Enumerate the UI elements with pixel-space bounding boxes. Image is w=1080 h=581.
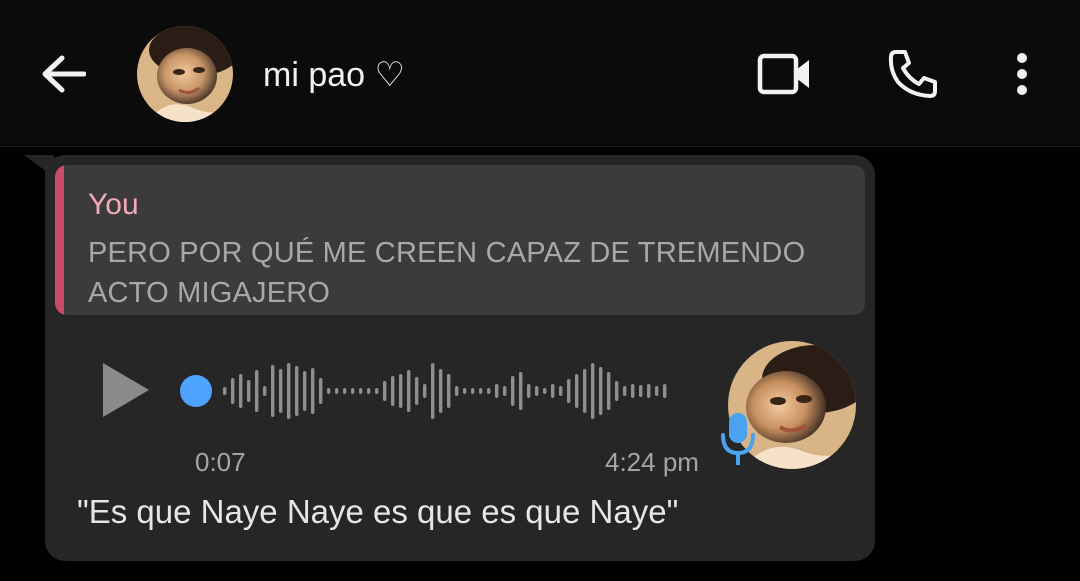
waveform-bar xyxy=(327,388,331,394)
play-icon xyxy=(103,363,149,417)
waveform-bar xyxy=(607,372,611,410)
waveform-bar xyxy=(543,388,547,394)
waveform-bar xyxy=(231,378,235,404)
waveform-bar xyxy=(455,386,459,396)
waveform-bar xyxy=(375,388,379,394)
waveform-bar xyxy=(223,387,227,395)
waveform-bar xyxy=(391,376,395,406)
waveform-bar xyxy=(639,385,643,397)
waveform-bar xyxy=(623,386,627,396)
microphone-icon xyxy=(721,413,755,465)
quoted-message[interactable]: You PERO POR QUÉ ME CREEN CAPAZ DE TREME… xyxy=(55,165,865,315)
waveform-bar xyxy=(239,374,243,408)
voice-transcript: "Es que Naye Naye es que es que Naye" xyxy=(77,493,679,530)
waveform-bar xyxy=(519,372,523,410)
more-vertical-icon xyxy=(1017,53,1027,95)
waveform-bar xyxy=(415,377,419,405)
waveform-bar xyxy=(343,388,347,394)
waveform-bar xyxy=(647,384,651,398)
avatar xyxy=(137,26,233,122)
waveform-bar xyxy=(551,384,555,398)
waveform-bar xyxy=(287,363,291,419)
waveform-bar xyxy=(407,370,411,412)
waveform-bar xyxy=(575,374,579,408)
waveform-bar xyxy=(631,384,635,398)
waveform-bar xyxy=(567,379,571,403)
waveform-bar xyxy=(663,384,667,398)
video-call-button[interactable] xyxy=(748,44,822,104)
playback-position-handle[interactable] xyxy=(180,375,212,407)
waveform-bar xyxy=(527,384,531,398)
contact-name[interactable]: mi pao ♡ xyxy=(263,50,405,100)
waveform-bar xyxy=(615,381,619,401)
waveform-bar xyxy=(431,363,435,419)
waveform-bar xyxy=(655,386,659,396)
quote-accent-bar xyxy=(55,165,64,315)
waveform-bar xyxy=(463,388,467,394)
waveform-bar xyxy=(583,369,587,413)
waveform-bar xyxy=(591,363,595,419)
waveform-bar xyxy=(599,367,603,415)
waveform-bar xyxy=(351,388,355,394)
voice-duration: 0:07 xyxy=(195,447,246,477)
waveform-bar xyxy=(295,366,299,416)
waveform-bar xyxy=(439,369,443,413)
waveform-bar xyxy=(535,386,539,396)
waveform-bar xyxy=(503,386,507,396)
chat-header: mi pao ♡ xyxy=(0,0,1080,147)
waveform-bar xyxy=(271,365,275,417)
phone-icon xyxy=(888,50,937,98)
waveform-bar xyxy=(383,381,387,401)
waveform-bar xyxy=(511,376,515,406)
audio-waveform[interactable] xyxy=(175,351,705,431)
back-button[interactable] xyxy=(30,44,96,104)
waveform-bar xyxy=(335,388,339,394)
waveform-bar xyxy=(359,388,363,394)
more-options-button[interactable] xyxy=(1000,42,1044,106)
waveform-bar xyxy=(311,368,315,414)
waveform-bar xyxy=(303,371,307,411)
waveform-bar xyxy=(559,386,563,396)
voice-call-button[interactable] xyxy=(880,42,946,106)
waveform-bar xyxy=(447,374,451,408)
waveform-bar xyxy=(367,388,371,394)
waveform-bar xyxy=(255,370,259,412)
quote-author: You xyxy=(88,188,139,221)
waveform-bar xyxy=(471,388,475,394)
waveform-bar xyxy=(247,380,251,402)
message-timestamp: 4:24 pm xyxy=(605,447,699,477)
arrow-left-icon xyxy=(42,55,86,93)
waveform-bar xyxy=(279,369,283,413)
contact-avatar[interactable] xyxy=(137,26,233,122)
waveform-bar xyxy=(423,384,427,398)
waveform-bar xyxy=(487,388,491,394)
video-camera-icon xyxy=(757,53,809,95)
play-button[interactable] xyxy=(95,360,155,420)
waveform-bar xyxy=(319,378,323,404)
waveform-bar xyxy=(263,386,267,396)
message-bubble[interactable]: You PERO POR QUÉ ME CREEN CAPAZ DE TREME… xyxy=(45,155,875,561)
waveform-bar xyxy=(495,384,499,398)
quote-text: PERO POR QUÉ ME CREEN CAPAZ DE TREMENDO … xyxy=(88,237,806,309)
waveform-bar xyxy=(479,388,483,394)
message-list[interactable]: You PERO POR QUÉ ME CREEN CAPAZ DE TREME… xyxy=(0,147,1080,581)
waveform-bar xyxy=(399,374,403,408)
